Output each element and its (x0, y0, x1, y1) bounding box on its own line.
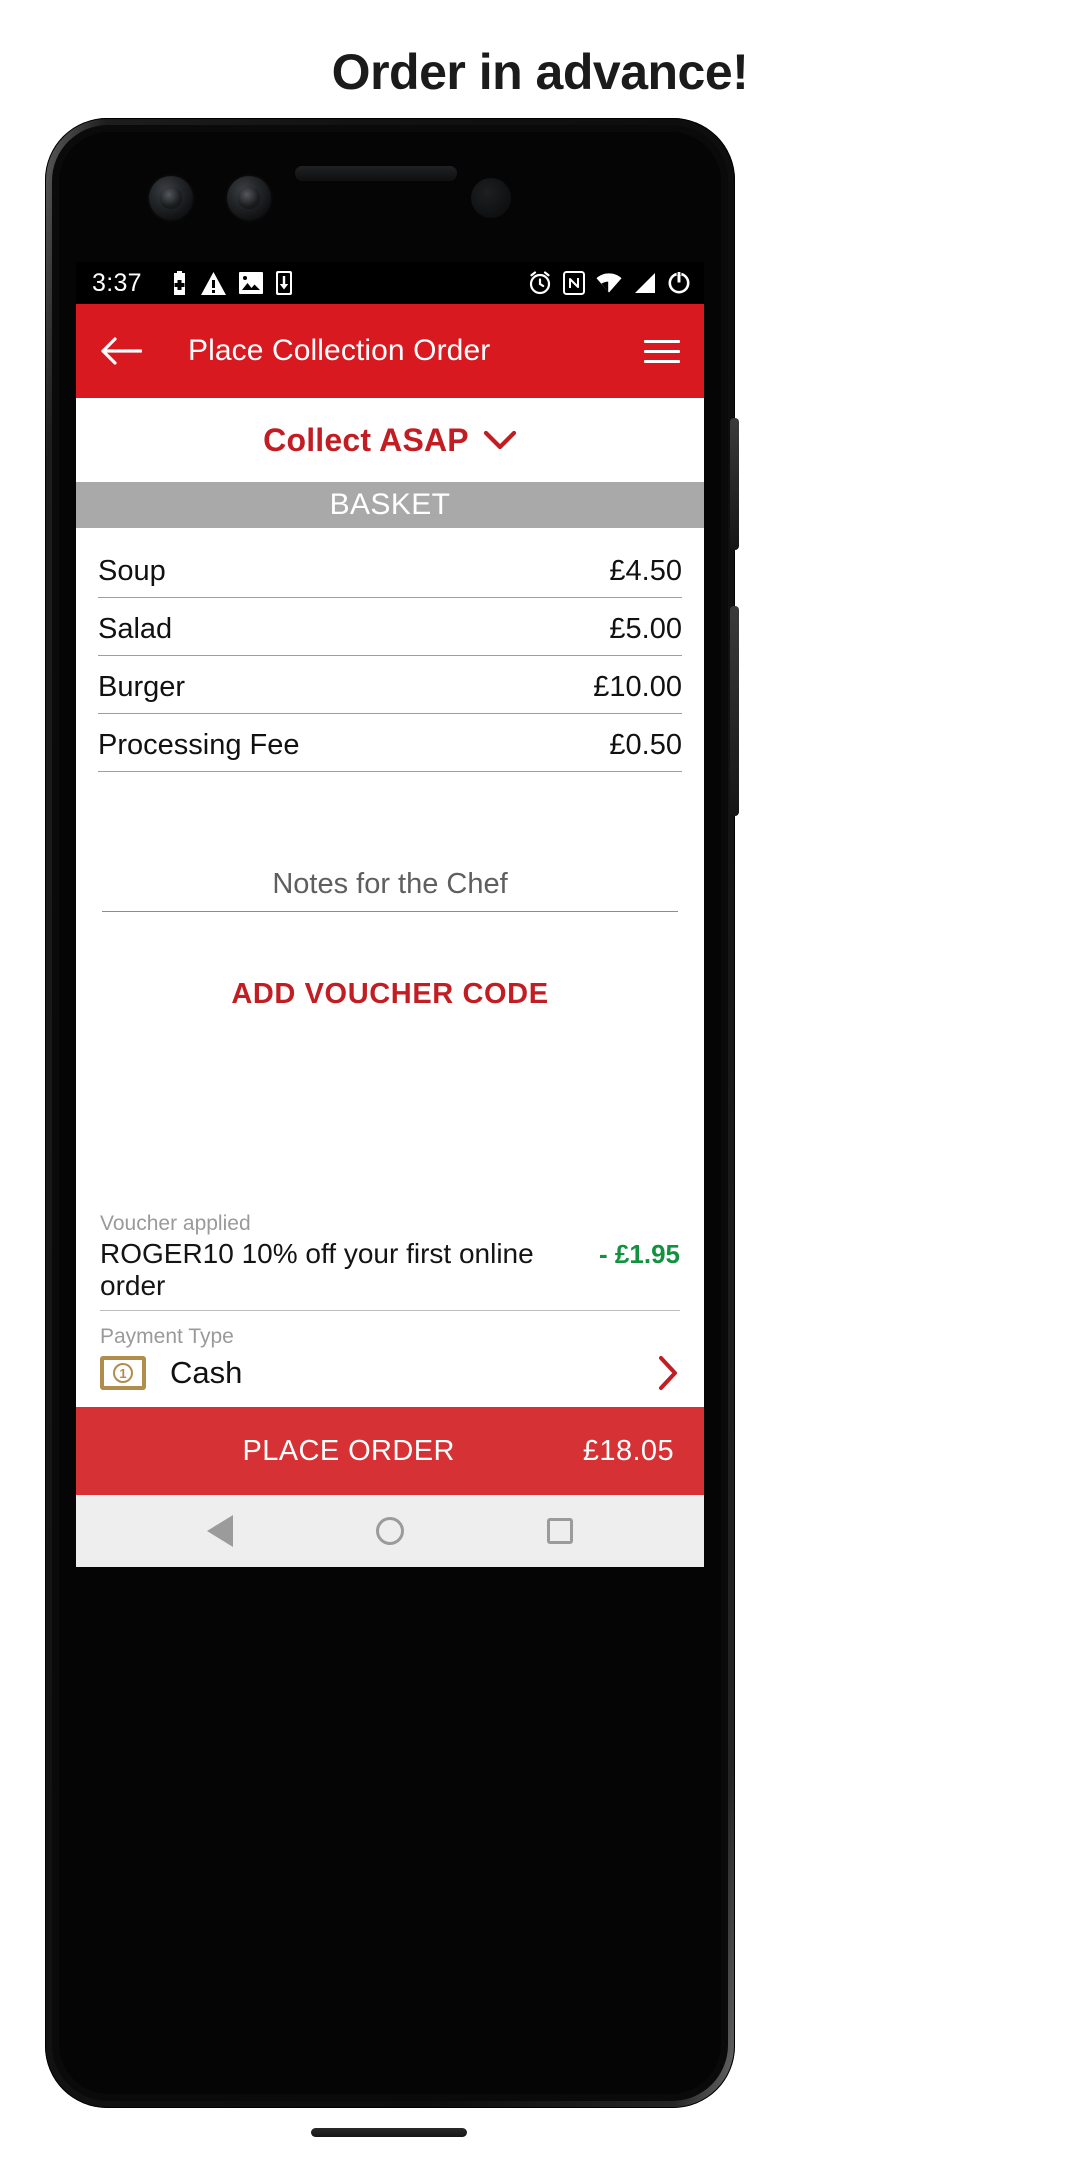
collect-time-label: Collect ASAP (263, 421, 469, 458)
basket-header-label: BASKET (329, 488, 451, 521)
front-camera-secondary-icon (227, 176, 271, 220)
app-bar: Place Collection Order (76, 304, 704, 398)
proximity-sensor-icon (471, 178, 511, 218)
payment-type-section: Payment Type 1 Cash (100, 1325, 680, 1407)
status-bar-right-group (528, 271, 690, 295)
voucher-applied-section: Voucher applied ROGER10 10% off your fir… (100, 1212, 680, 1311)
alarm-icon (529, 271, 551, 295)
earpiece-speaker (295, 166, 457, 180)
voucher-applied-caption: Voucher applied (100, 1212, 251, 1235)
payment-type-row[interactable]: 1 Cash (100, 1355, 680, 1407)
android-status-bar: 3:37 (76, 262, 704, 304)
chevron-down-icon (483, 430, 516, 450)
app-viewport: 3:37 Place Collection Order Collect ASAP… (76, 262, 704, 1567)
cash-coin-label: 1 (113, 1363, 133, 1383)
power-button[interactable] (730, 418, 739, 550)
place-order-total: £18.05 (582, 1434, 674, 1467)
basket-item-name: Processing Fee (98, 729, 300, 761)
basket-item-price: £5.00 (609, 613, 682, 645)
basket-items-list: Soup £4.50 Salad £5.00 Burger £10.00 Pro… (76, 528, 704, 772)
add-voucher-code-button[interactable]: ADD VOUCHER CODE (76, 978, 704, 1011)
basket-item-price: £0.50 (609, 729, 682, 761)
wifi-icon (596, 273, 622, 293)
nav-recent-icon[interactable] (546, 1518, 573, 1544)
table-row[interactable]: Salad £5.00 (98, 598, 682, 656)
page-title: Order in advance! (331, 44, 749, 100)
chevron-right-icon[interactable] (656, 1355, 680, 1391)
front-camera-icon (149, 176, 193, 220)
cash-banknote-icon: 1 (100, 1356, 146, 1390)
volume-button[interactable] (730, 606, 739, 816)
basket-item-price: £4.50 (609, 555, 682, 587)
notes-for-chef-input[interactable] (102, 868, 678, 912)
place-order-button[interactable]: PLACE ORDER £18.05 (76, 1407, 704, 1495)
basket-item-name: Burger (98, 671, 186, 703)
voucher-discount-amount: - £1.95 (599, 1239, 680, 1269)
notes-field-wrapper (102, 868, 678, 912)
voucher-applied-description: ROGER10 10% off your first online order (100, 1238, 534, 1301)
nfc-icon (563, 271, 585, 295)
place-order-label-wrap: PLACE ORDER (114, 1435, 582, 1468)
basket-item-price: £10.00 (593, 671, 682, 703)
table-row[interactable]: Burger £10.00 (98, 656, 682, 714)
status-bar-left-group: 3:37 (92, 269, 528, 298)
collect-time-selector[interactable]: Collect ASAP (76, 398, 704, 482)
order-content: Soup £4.50 Salad £5.00 Burger £10.00 Pro… (76, 528, 704, 1407)
battery-icon (668, 271, 690, 294)
basket-item-name: Salad (98, 613, 173, 645)
bottom-speaker-grille (311, 2128, 467, 2137)
back-arrow-icon[interactable] (100, 335, 142, 367)
table-row[interactable]: Processing Fee £0.50 (98, 714, 682, 772)
basket-item-name: Soup (98, 555, 166, 587)
table-row[interactable]: Soup £4.50 (98, 540, 682, 598)
battery-plus-icon (173, 271, 185, 295)
hamburger-menu-icon[interactable] (644, 339, 680, 363)
signal-icon (635, 273, 655, 293)
app-bar-title: Place Collection Order (188, 334, 491, 367)
status-bar-clock: 3:37 (92, 268, 142, 297)
android-nav-bar (76, 1495, 704, 1567)
warning-triangle-icon (200, 271, 226, 295)
nav-home-icon[interactable] (375, 1517, 404, 1545)
place-order-label: PLACE ORDER (242, 1434, 455, 1467)
voucher-applied-row[interactable]: ROGER10 10% off your first online order … (100, 1238, 680, 1311)
payment-type-caption: Payment Type (100, 1325, 234, 1348)
phone-screen: 3:37 Place Collection Order Collect ASAP… (59, 132, 721, 2094)
image-icon (238, 272, 263, 294)
payment-type-value: Cash (170, 1355, 243, 1390)
phone-download-icon (275, 271, 292, 295)
basket-section-header: BASKET (76, 482, 704, 538)
phone-device-mockup: 3:37 Place Collection Order Collect ASAP… (45, 118, 739, 2160)
nav-back-icon[interactable] (207, 1515, 234, 1547)
